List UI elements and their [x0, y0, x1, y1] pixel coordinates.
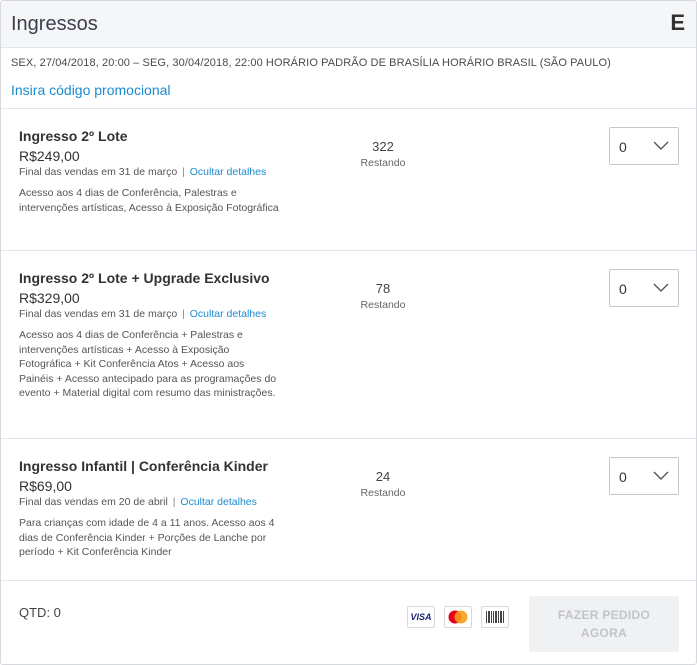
ticket-description: Para crianças com idade de 4 a 11 anos. …: [19, 517, 275, 558]
hide-details-link[interactable]: Ocultar detalhes: [190, 166, 266, 178]
total-quantity: QTD: 0: [19, 605, 61, 620]
hide-details-link[interactable]: Ocultar detalhes: [180, 496, 256, 508]
remaining-count: 78: [375, 281, 391, 296]
ticket-name: Ingresso 2º Lote + Upgrade Exclusivo: [19, 270, 270, 286]
ticket-price: R$329,00: [19, 290, 80, 306]
quantity-select[interactable]: 0: [609, 127, 679, 165]
event-info: SEX, 27/04/2018, 20:00 – SEG, 30/04/2018…: [1, 48, 696, 109]
remaining-count: 24: [375, 469, 391, 484]
visa-icon: VISA: [407, 606, 435, 628]
separator: |: [182, 166, 185, 178]
chevron-down-icon: [653, 141, 669, 150]
chevron-down-icon: [653, 283, 669, 292]
place-order-button[interactable]: FAZER PEDIDO AGORA: [529, 596, 679, 652]
ticket-name: Ingresso 2º Lote: [19, 128, 128, 144]
chevron-down-icon: [653, 471, 669, 480]
separator: |: [172, 496, 176, 508]
ticket-widget: Ingressos E SEX, 27/04/2018, 20:00 – SEG…: [0, 0, 697, 665]
quantity-select[interactable]: 0: [609, 457, 679, 495]
ticket-sales-info: Final das vendas em 31 de março | Oculta…: [19, 166, 266, 178]
mastercard-icon: [444, 606, 472, 628]
widget-header: Ingressos E: [1, 1, 696, 48]
widget-title: Ingressos: [11, 13, 98, 35]
sales-end-text: Final das vendas em 31 de março: [19, 308, 178, 320]
separator: |: [182, 308, 185, 320]
visa-label: VISA: [410, 612, 432, 622]
ticket-row: Ingresso 2º Lote R$249,00 Final das vend…: [1, 109, 696, 251]
quantity-value: 0: [619, 281, 627, 297]
ticket-description: Acesso aos 4 dias de Conferência, Palest…: [19, 187, 279, 214]
ticket-sales-info: Final das vendas em 20 de abril | Oculta…: [19, 496, 257, 508]
quantity-value: 0: [619, 139, 627, 155]
remaining-label: Restando: [360, 299, 406, 311]
remaining-label: Restando: [360, 157, 406, 169]
ticket-name: Ingresso Infantil | Conferência Kinder: [19, 458, 268, 474]
boleto-icon: [481, 606, 509, 628]
ticket-price: R$69,00: [19, 478, 72, 494]
place-order-label-line1: FAZER PEDIDO: [557, 608, 651, 622]
ticket-description: Acesso aos 4 dias de Conferência + Pales…: [19, 329, 277, 399]
quantity-value: 0: [619, 469, 627, 485]
event-datetime: SEX, 27/04/2018, 20:00 – SEG, 30/04/2018…: [11, 57, 611, 69]
remaining-count: 322: [372, 139, 394, 154]
ticket-sales-info: Final das vendas em 31 de março | Oculta…: [19, 308, 266, 320]
order-footer: QTD: 0 VISA FAZER PEDIDO AGORA: [1, 581, 696, 664]
sales-end-text: Final das vendas em 20 de abril: [19, 496, 168, 508]
ticket-row: Ingresso 2º Lote + Upgrade Exclusivo R$3…: [1, 251, 696, 439]
ticket-row: Ingresso Infantil | Conferência Kinder R…: [1, 439, 696, 581]
ticket-price: R$249,00: [19, 148, 80, 164]
promo-code-link[interactable]: Insira código promocional: [11, 82, 171, 98]
remaining-label: Restando: [360, 487, 406, 499]
mastercard-logo: [448, 610, 468, 624]
close-button[interactable]: E: [670, 10, 685, 36]
sales-end-text: Final das vendas em 31 de março: [19, 166, 178, 178]
hide-details-link[interactable]: Ocultar detalhes: [190, 308, 266, 320]
barcode-graphic: [486, 611, 504, 623]
place-order-label-line2: AGORA: [580, 626, 628, 640]
quantity-select[interactable]: 0: [609, 269, 679, 307]
